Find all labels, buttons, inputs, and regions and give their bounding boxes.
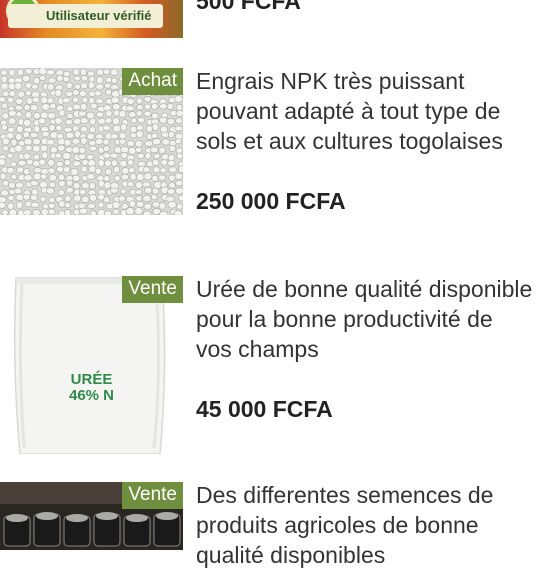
listing-price: 250 000 FCFA [196, 188, 346, 214]
bag-label-name: URÉE [70, 371, 113, 388]
listing-description: Des differentes semences de produits agr… [196, 482, 494, 568]
listing-type-badge: Achat [122, 68, 183, 95]
listing-card[interactable]: URÉE 46% N Vente Urée de bonne qualité d… [0, 276, 550, 456]
listing-type-badge: Vente [122, 276, 183, 303]
listing-image: Vente [0, 482, 183, 550]
listing-description: Engrais NPK très puissant pouvant adapté… [196, 68, 503, 154]
listing-card[interactable]: Vente Des differentes semences de produi… [0, 482, 550, 568]
listing-image: URÉE 46% N Vente [0, 276, 183, 454]
listing-card[interactable]: Achat Engrais NPK très puissant pouvant … [0, 68, 550, 218]
listing-description: Urée de bonne qualité disponible pour la… [196, 276, 533, 362]
listing-price: 500 FCFA [196, 0, 301, 14]
bag-label-concentration: 46% N [68, 387, 115, 404]
listing-card-top[interactable]: Utilisateur vérifié 500 FCFA [0, 0, 550, 40]
listing-price: 45 000 FCFA [196, 396, 333, 422]
verified-banner: Utilisateur vérifié [0, 0, 183, 38]
listing-image: Achat [0, 68, 183, 215]
bag-label: URÉE 46% N [0, 372, 183, 404]
verified-label: Utilisateur vérifié [8, 4, 163, 28]
listing-type-badge: Vente [122, 482, 183, 509]
